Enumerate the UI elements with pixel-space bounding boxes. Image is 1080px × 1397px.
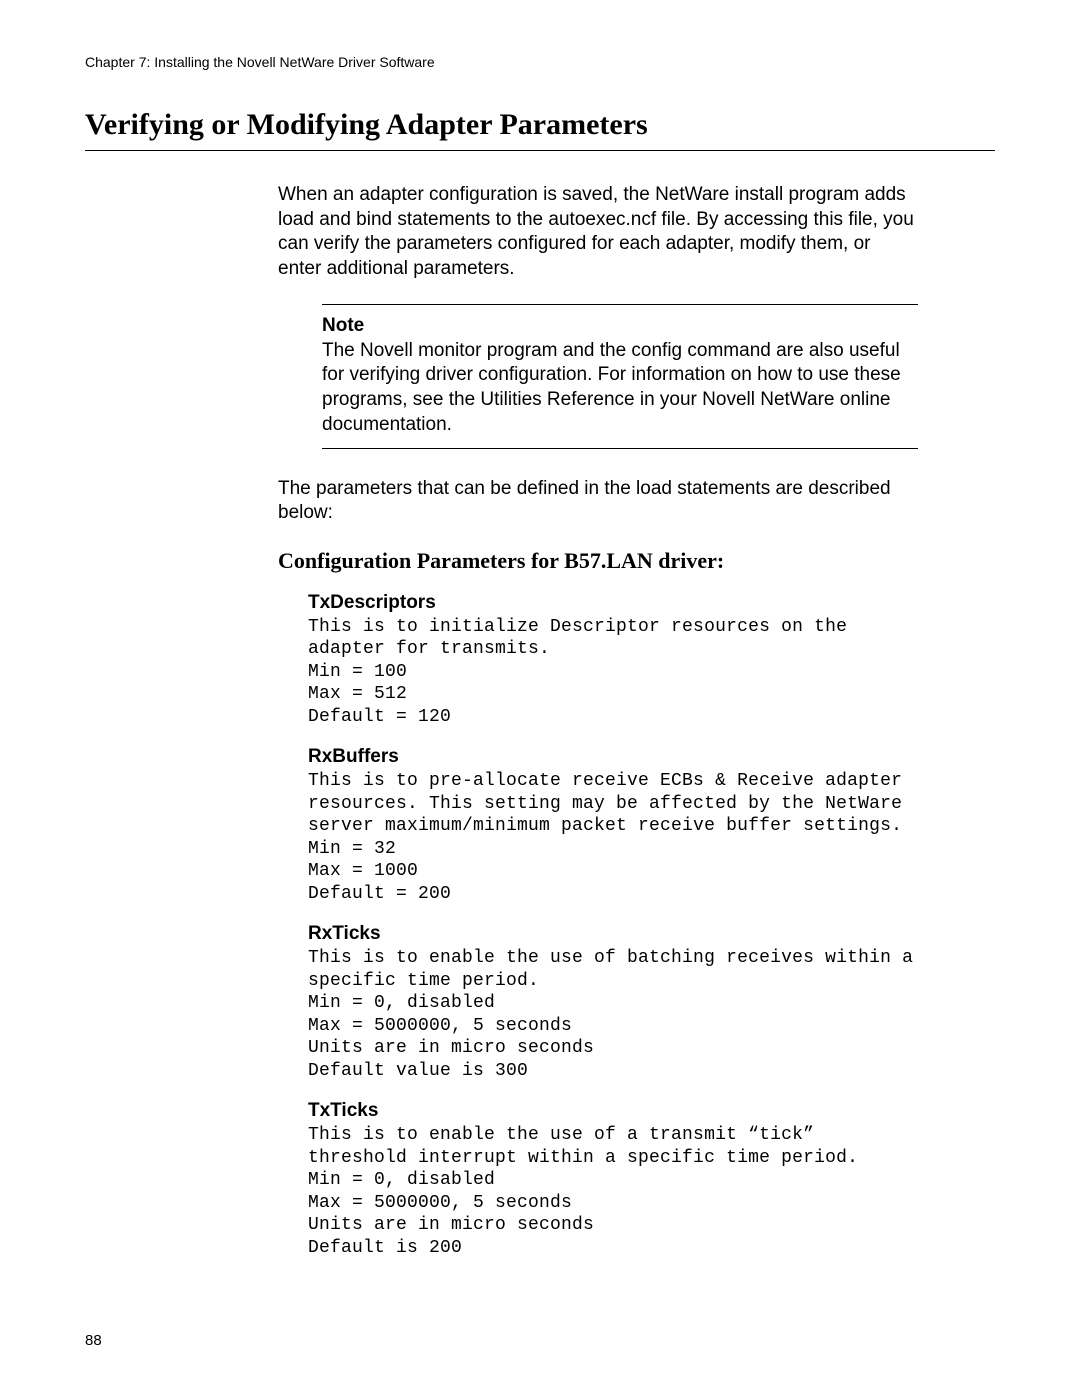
- param-rxticks: RxTicks This is to enable the use of bat…: [308, 923, 918, 1082]
- param-body: This is to pre-allocate receive ECBs & R…: [308, 770, 918, 905]
- body-column: When an adapter configuration is saved, …: [278, 183, 918, 1277]
- lead-in-paragraph: The parameters that can be defined in th…: [278, 477, 918, 526]
- config-subhead: Configuration Parameters for B57.LAN dri…: [278, 548, 918, 574]
- param-name: RxTicks: [308, 923, 918, 945]
- param-name: TxTicks: [308, 1100, 918, 1122]
- note-box: Note The Novell monitor program and the …: [322, 304, 918, 449]
- param-name: TxDescriptors: [308, 592, 918, 614]
- param-body: This is to enable the use of a transmit …: [308, 1124, 918, 1259]
- note-label: Note: [322, 315, 918, 337]
- running-head: Chapter 7: Installing the Novell NetWare…: [85, 54, 435, 70]
- param-body: This is to enable the use of batching re…: [308, 947, 918, 1082]
- param-name: RxBuffers: [308, 746, 918, 768]
- param-txdescriptors: TxDescriptors This is to initialize Desc…: [308, 592, 918, 729]
- note-text: The Novell monitor program and the confi…: [322, 339, 918, 438]
- page-number: 88: [85, 1332, 102, 1349]
- param-body: This is to initialize Descriptor resourc…: [308, 616, 918, 729]
- page: Chapter 7: Installing the Novell NetWare…: [0, 0, 1080, 1397]
- intro-paragraph: When an adapter configuration is saved, …: [278, 183, 918, 282]
- param-rxbuffers: RxBuffers This is to pre-allocate receiv…: [308, 746, 918, 905]
- page-title: Verifying or Modifying Adapter Parameter…: [85, 108, 995, 151]
- param-txticks: TxTicks This is to enable the use of a t…: [308, 1100, 918, 1259]
